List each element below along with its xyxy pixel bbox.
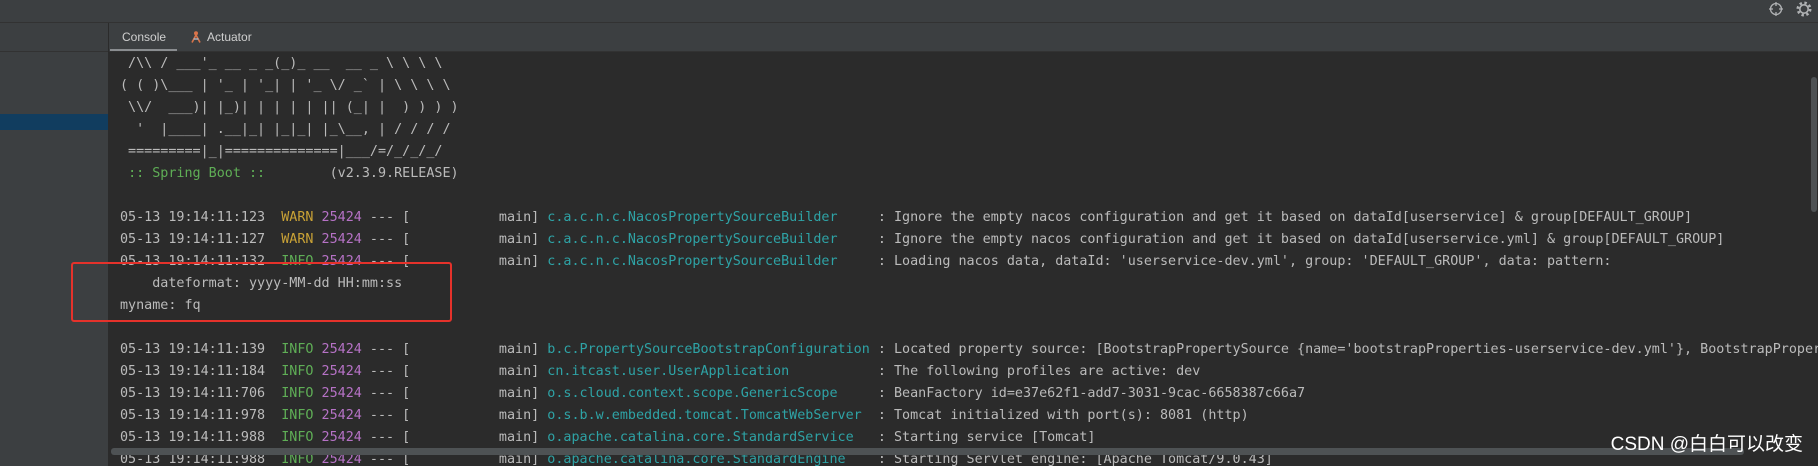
tab-console[interactable]: Console	[110, 23, 177, 51]
log-thread: [ main]	[402, 342, 540, 357]
tab-actuator-label: Actuator	[207, 30, 252, 44]
log-pid: 25424	[321, 364, 362, 379]
tab-console-label: Console	[122, 30, 167, 44]
log-thread: [ main]	[402, 364, 540, 379]
log-line: 05-13 19:14:11:978 INFO 25424 --- [ main…	[120, 405, 1818, 427]
log-level: INFO	[281, 342, 314, 357]
log-pid: 25424	[321, 408, 362, 423]
log-pid: 25424	[321, 430, 362, 445]
log-logger: c.a.c.n.c.NacosPropertySourceBuilder	[547, 232, 838, 247]
spring-boot-version-line: :: Spring Boot :: (v2.3.9.RELEASE)	[120, 163, 1818, 185]
log-logger: o.s.b.w.embedded.tomcat.TomcatWebServer	[547, 408, 862, 423]
log-thread: [ main]	[402, 430, 540, 445]
banner-line: ' |____| .__|_| |_|_| |_\__, | / / / /	[120, 122, 451, 137]
log-level: WARN	[281, 232, 314, 247]
log-timestamp: 05-13 19:14:11:139	[120, 342, 266, 357]
log-message: : Loading nacos data, dataId: 'userservi…	[877, 254, 1612, 269]
log-logger: c.a.c.n.c.NacosPropertySourceBuilder	[547, 210, 838, 225]
log-separator: ---	[369, 364, 395, 379]
log-line: 05-13 19:14:11:184 INFO 25424 --- [ main…	[120, 361, 1818, 383]
top-toolbar	[0, 0, 1818, 23]
log-message: : BeanFactory id=e37e62f1-add7-3031-9cac…	[877, 386, 1306, 401]
log-level: INFO	[281, 364, 314, 379]
log-thread: [ main]	[402, 210, 540, 225]
banner-line: ( ( )\___ | '_ | '_| | '_ \/ _` | \ \ \ …	[120, 78, 451, 93]
log-separator: ---	[369, 408, 395, 423]
log-line: 05-13 19:14:11:988 INFO 25424 --- [ main…	[120, 427, 1818, 449]
log-thread: [ main]	[402, 386, 540, 401]
log-level: INFO	[281, 430, 314, 445]
log-thread: [ main]	[402, 408, 540, 423]
banner-line: \\/ ___)| |_)| | | | | || (_| | ) ) ) )	[120, 100, 459, 115]
log-timestamp: 05-13 19:14:11:127	[120, 232, 266, 247]
log-timestamp: 05-13 19:14:11:978	[120, 408, 266, 423]
log-message: : The following profiles are active: dev	[877, 364, 1201, 379]
actuator-icon	[191, 31, 201, 43]
left-panel-selected-item[interactable]	[0, 114, 108, 130]
log-separator: ---	[369, 386, 395, 401]
log-message: : Starting service [Tomcat]	[877, 430, 1096, 445]
log-message: : Tomcat initialized with port(s): 8081 …	[877, 408, 1249, 423]
log-timestamp: 05-13 19:14:11:184	[120, 364, 266, 379]
log-thread: [ main]	[402, 232, 540, 247]
banner-line: /\\ / ___'_ __ _ _(_)_ __ __ _ \ \ \ \	[120, 56, 443, 71]
spring-boot-version: (v2.3.9.RELEASE)	[329, 166, 459, 181]
console-output[interactable]: /\\ / ___'_ __ _ _(_)_ __ __ _ \ \ \ \ ( …	[109, 53, 1818, 466]
console-lines: /\\ / ___'_ __ _ _(_)_ __ __ _ \ \ \ \ ( …	[109, 53, 1818, 466]
log-timestamp: 05-13 19:14:11:123	[120, 210, 266, 225]
log-line: 05-13 19:14:11:127 WARN 25424 --- [ main…	[120, 229, 1818, 251]
log-logger: o.apache.catalina.core.StandardService	[547, 430, 854, 445]
log-line: 05-13 19:14:11:139 INFO 25424 --- [ main…	[120, 339, 1818, 361]
log-pid: 25424	[321, 386, 362, 401]
log-logger: b.c.PropertySourceBootstrapConfiguration	[547, 342, 870, 357]
log-separator: ---	[369, 430, 395, 445]
log-separator: ---	[369, 232, 395, 247]
log-level: WARN	[281, 210, 314, 225]
highlight-box	[71, 262, 452, 322]
crosshair-icon[interactable]	[1768, 1, 1784, 17]
log-logger: cn.itcast.user.UserApplication	[547, 364, 790, 379]
watermark: CSDN @白白可以改变	[1610, 434, 1803, 455]
left-panel	[0, 23, 109, 466]
left-panel-header	[0, 23, 108, 52]
log-pid: 25424	[321, 232, 362, 247]
log-line: 05-13 19:14:11:706 INFO 25424 --- [ main…	[120, 383, 1818, 405]
log-separator: ---	[369, 342, 395, 357]
log-line: 05-13 19:14:11:123 WARN 25424 --- [ main…	[120, 207, 1818, 229]
gear-icon[interactable]	[1795, 0, 1813, 18]
banner-line: =========|_|==============|___/=/_/_/_/	[120, 144, 443, 159]
log-message: : Located property source: [BootstrapPro…	[877, 342, 1818, 357]
log-logger: c.a.c.n.c.NacosPropertySourceBuilder	[547, 254, 838, 269]
log-message: : Ignore the empty nacos configuration a…	[877, 210, 1693, 225]
log-timestamp: 05-13 19:14:11:988	[120, 430, 266, 445]
log-separator: ---	[369, 210, 395, 225]
horizontal-scrollbar[interactable]	[111, 448, 1744, 455]
vertical-scrollbar[interactable]	[1811, 77, 1817, 212]
log-timestamp: 05-13 19:14:11:706	[120, 386, 266, 401]
log-message: : Ignore the empty nacos configuration a…	[877, 232, 1725, 247]
tab-actuator[interactable]: Actuator	[189, 23, 252, 51]
spring-boot-label: :: Spring Boot ::	[128, 166, 266, 181]
log-logger: o.s.cloud.context.scope.GenericScope	[547, 386, 838, 401]
active-tab-underline	[110, 49, 177, 51]
tool-window-tabbar: Console Actuator	[109, 23, 1818, 52]
log-level: INFO	[281, 408, 314, 423]
log-pid: 25424	[321, 210, 362, 225]
log-level: INFO	[281, 386, 314, 401]
log-pid: 25424	[321, 342, 362, 357]
